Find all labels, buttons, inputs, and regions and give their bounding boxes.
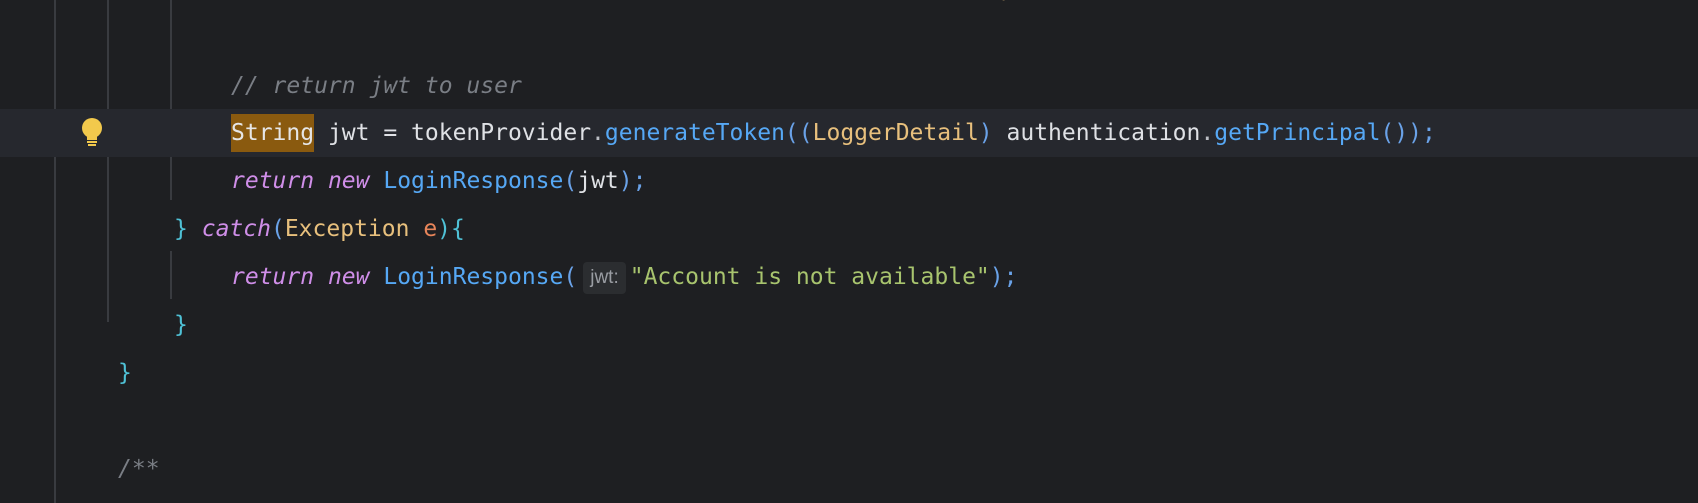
exception-type: Exception [284,216,410,242]
code-line-comment[interactable]: // return jwt to user [0,62,1698,110]
catch-keyword: catch [201,216,271,242]
lightbulb-icon[interactable] [80,117,104,149]
open-paren: ( [270,216,285,242]
comment-text: // return jwt to user [231,73,522,99]
code-line-catch[interactable]: } catch(Exception e){ [0,205,1698,253]
closing-brace: } [118,360,132,386]
closing-brace: } [174,312,188,338]
new-keyword: new [327,168,370,194]
close-paren: ); [989,264,1018,290]
login-response-class: LoginResponse [383,168,564,194]
new-keyword: new [327,264,370,290]
variable-declaration: jwt = [314,120,412,146]
return-keyword: return [231,264,315,290]
login-response-class: LoginResponse [383,264,564,290]
code-line-partial: , , ( , [0,0,1698,14]
open-paren: (( [784,120,813,146]
return-keyword: return [231,168,315,194]
highlighted-type[interactable]: String [231,114,315,152]
generate-token-method: generateToken [604,120,785,146]
dot: . [591,120,605,146]
get-principal-method: getPrincipal [1214,120,1381,146]
code-line-javadoc[interactable]: /** [0,445,1698,493]
code-editor[interactable]: , , ( , // return jwt to user String jwt… [0,0,1698,503]
truncated-code: , , ( , [330,0,1244,14]
authentication-ref: authentication [1006,120,1201,146]
code-line-current[interactable]: String jwt = tokenProvider.generateToken… [0,109,1698,157]
close-paren: ); [618,168,647,194]
javadoc-start: /** [118,456,160,482]
closing-brace: } [174,216,188,242]
jwt-argument: jwt [577,168,619,194]
return-error-statement: return new LoginResponse(jwt: "Account is… [231,253,1017,301]
call-tail: ()); [1380,120,1436,146]
open-paren: ( [563,264,578,290]
catch-clause: } catch(Exception e){ [174,205,465,253]
cast-type: LoggerDetail [812,120,979,146]
parameter-inlay-hint: jwt: [583,261,626,294]
code-line-close-inner[interactable]: } [0,301,1698,349]
code-line-return[interactable]: return new LoginResponse(jwt); [0,157,1698,205]
close-paren: ) [978,120,993,146]
exception-param: e [423,216,438,242]
dot: . [1200,120,1215,146]
code-line-return-error[interactable]: return new LoginResponse(jwt: "Account is… [0,253,1698,301]
error-message-string: "Account is not available" [629,264,990,290]
token-provider-ref: tokenProvider [411,120,592,146]
assignment-statement: String jwt = tokenProvider.generateToken… [231,109,1436,157]
return-statement: return new LoginResponse(jwt); [231,157,646,205]
open-brace: ){ [437,216,465,242]
code-line-close-outer[interactable]: } [0,349,1698,397]
open-paren: ( [563,168,578,194]
